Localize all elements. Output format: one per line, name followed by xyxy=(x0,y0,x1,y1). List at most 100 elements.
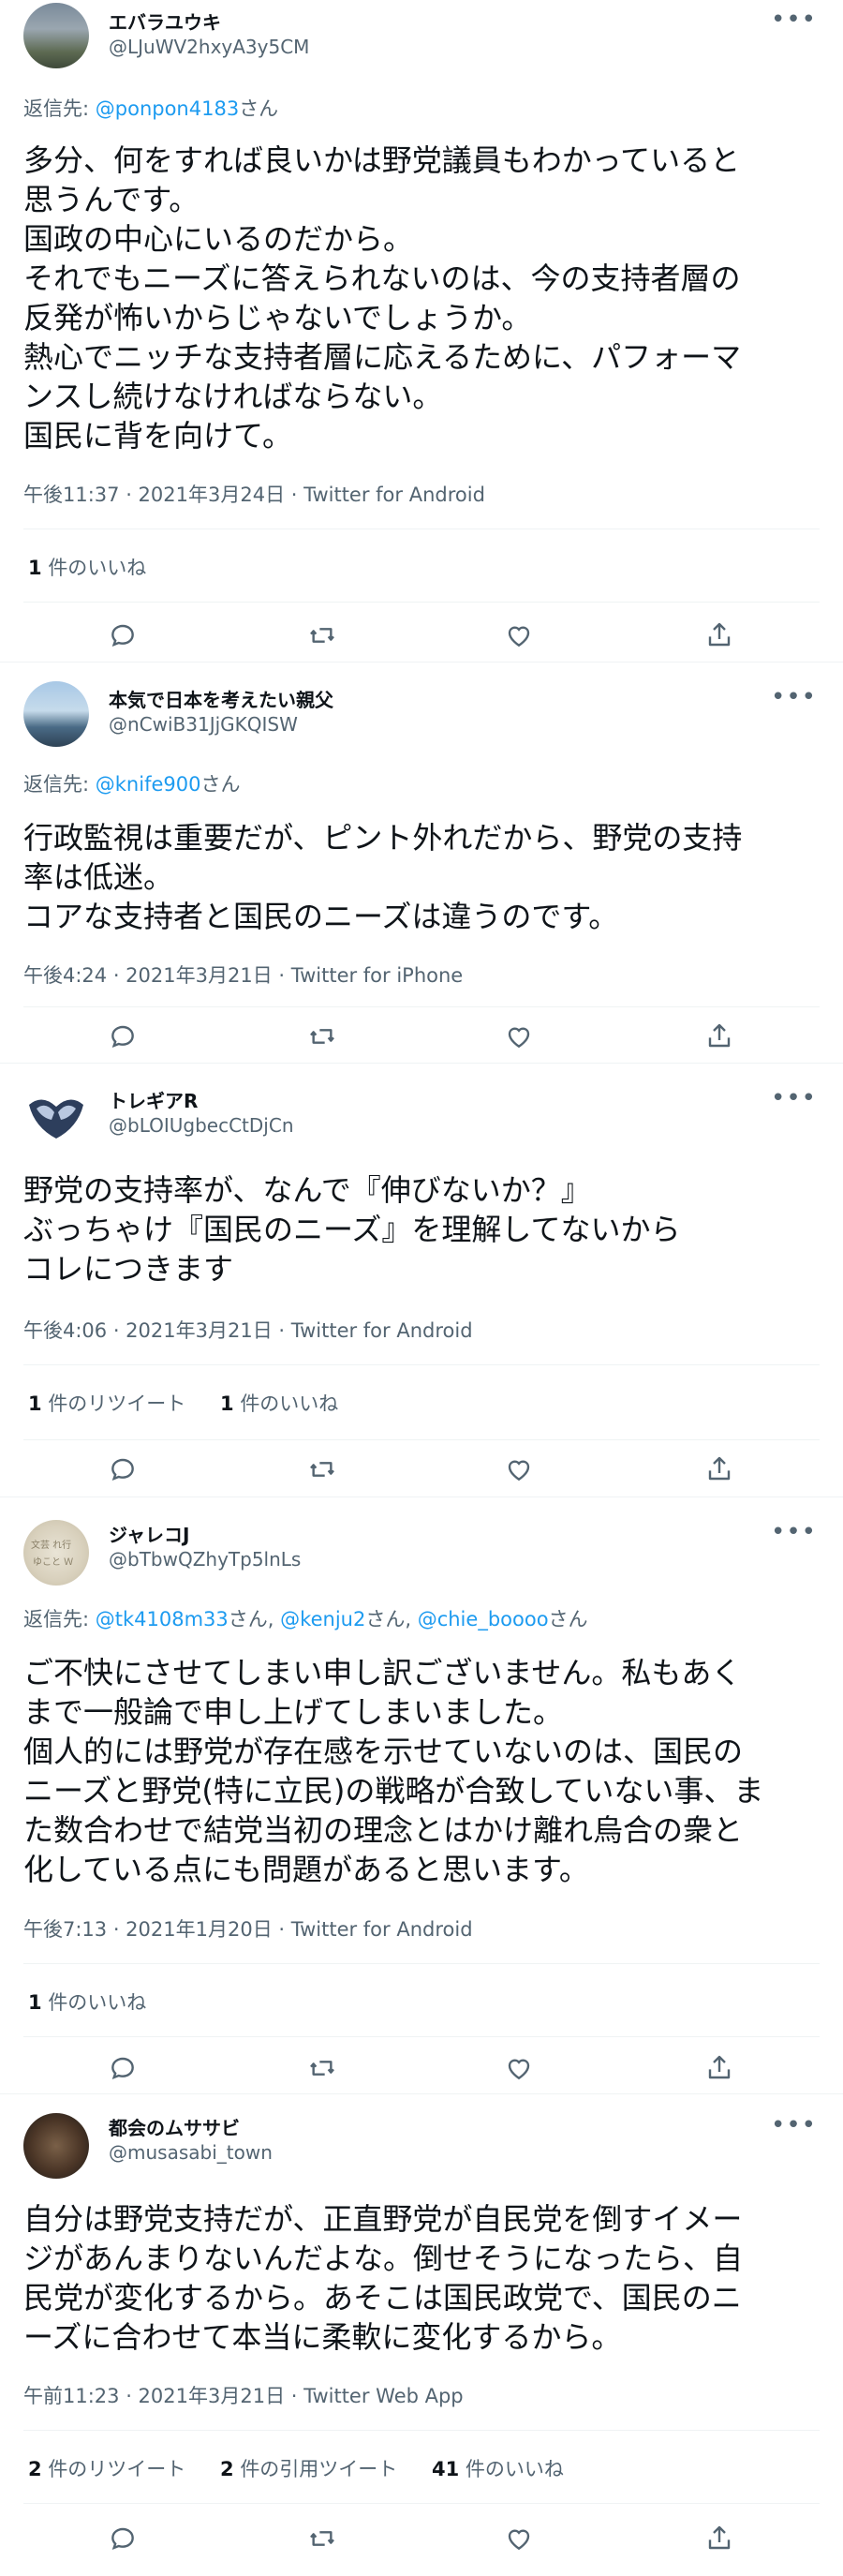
tweet-stats: 2 件のリツイート 2 件の引用ツイート 41 件のいいね xyxy=(28,2454,592,2482)
divider xyxy=(23,1364,820,1365)
like-icon[interactable] xyxy=(504,2524,534,2554)
reply-to-link[interactable]: @kenju2 xyxy=(280,1608,365,1630)
more-options-icon[interactable]: ••• xyxy=(771,1520,817,1544)
retweet-icon[interactable] xyxy=(307,1454,337,1484)
reply-label: 返信先: xyxy=(23,1608,90,1630)
retweet-icon[interactable] xyxy=(307,1021,337,1051)
tweet-4: 文芸 れ行 ゆこと Ｗ ジャレコJ @bTbwQZhyTp5lnLs ••• 返… xyxy=(0,1497,843,2094)
tweet-text-line: 野党の支持率が、なんで『伸びないか？』 xyxy=(23,1172,591,1208)
svg-text:ゆこと Ｗ: ゆこと Ｗ xyxy=(33,1556,73,1568)
divider xyxy=(23,2036,820,2037)
tweet-text-line: コアな支持者と国民のニーズは違うのです。 xyxy=(23,899,619,934)
more-options-icon[interactable]: ••• xyxy=(771,685,817,709)
avatar[interactable]: 文芸 れ行 ゆこと Ｗ xyxy=(23,1520,89,1586)
reply-to-link[interactable]: @chie_boooo xyxy=(418,1608,549,1630)
like-count[interactable]: 1 件のいいね xyxy=(220,1392,338,1415)
display-name[interactable]: 本気で日本を考えたい親父 xyxy=(109,685,333,712)
like-count[interactable]: 1 件のいいね xyxy=(28,1991,146,2014)
avatar[interactable] xyxy=(23,3,89,68)
more-options-icon[interactable]: ••• xyxy=(771,1086,817,1110)
share-icon[interactable] xyxy=(704,1021,734,1051)
display-name[interactable]: ジャレコJ xyxy=(109,1520,189,1547)
reply-icon[interactable] xyxy=(108,620,138,650)
reply-suffix: さん xyxy=(548,1608,588,1630)
tweet-text: 自分は野党支持だが、正直野党が自民党を倒すイメー ジがあんまりないんだよな。倒せ… xyxy=(23,2199,829,2357)
tweet-text-line: ぶっちゃけ『国民のニーズ』を理解してないから xyxy=(23,1212,681,1247)
user-handle[interactable]: @bTbwQZhyTp5lnLs xyxy=(109,1548,301,1571)
reply-context: 返信先: @ponpon4183さん xyxy=(23,94,278,122)
avatar[interactable] xyxy=(23,1086,89,1152)
divider xyxy=(23,1006,820,1007)
reply-to-link[interactable]: @ponpon4183 xyxy=(96,97,239,120)
reply-icon[interactable] xyxy=(108,1021,138,1051)
like-icon[interactable] xyxy=(504,1021,534,1051)
tweet-text-line: た数合わせで結党当初の理念とはかけ離れ烏合の衆と xyxy=(23,1812,744,1848)
tweet-timestamp[interactable]: 午後4:24 · 2021年3月21日 · Twitter for iPhone xyxy=(23,960,463,989)
display-name[interactable]: 都会のムササビ xyxy=(109,2113,240,2140)
tweet-text-line: 国政の中心にいるのだから。 xyxy=(23,221,414,257)
tweet-text-line: コレにつきます xyxy=(23,1251,234,1287)
avatar[interactable] xyxy=(23,2113,89,2179)
tweet-text-line: 国民に背を向けて。 xyxy=(23,418,293,454)
share-icon[interactable] xyxy=(704,2053,734,2083)
tweet-timestamp[interactable]: 午後7:13 · 2021年1月20日 · Twitter for Androi… xyxy=(23,1914,473,1943)
user-handle[interactable]: @musasabi_town xyxy=(109,2141,273,2164)
reply-label: 返信先: xyxy=(23,773,90,796)
reply-to-link[interactable]: @tk4108m33 xyxy=(96,1608,229,1630)
retweet-icon[interactable] xyxy=(307,2053,337,2083)
like-count[interactable]: 41 件のいいね xyxy=(432,2458,564,2480)
tweet-text: 野党の支持率が、なんで『伸びないか？』 ぶっちゃけ『国民のニーズ』を理解してない… xyxy=(23,1170,829,1288)
divider xyxy=(23,1963,820,1964)
more-options-icon[interactable]: ••• xyxy=(771,2113,817,2137)
reply-suffix: さん xyxy=(239,97,279,120)
like-count[interactable]: 1 件のいいね xyxy=(28,557,146,579)
like-icon[interactable] xyxy=(504,620,534,650)
tweet-timestamp[interactable]: 午後4:06 · 2021年3月21日 · Twitter for Androi… xyxy=(23,1316,473,1344)
tweet-text-line: ーズに合わせて本当に柔軟に変化するから。 xyxy=(23,2319,622,2355)
tweet-text-line: それでもニーズに答えられないのは、今の支持者層の xyxy=(23,261,741,296)
display-name[interactable]: トレギアR xyxy=(109,1086,198,1113)
reply-to-link[interactable]: @knife900 xyxy=(96,773,201,796)
user-handle[interactable]: @LJuWV2hxyA3y5CM xyxy=(109,36,309,58)
retweet-count[interactable]: 1 件のリツイート xyxy=(28,1392,185,1415)
tweet-text-line: ご不快にさせてしまい申し訳ございません。私もあく xyxy=(23,1655,742,1690)
user-handle[interactable]: @nCwiB31JjGKQISW xyxy=(109,713,298,736)
share-icon[interactable] xyxy=(704,620,734,650)
reply-icon[interactable] xyxy=(108,2524,138,2554)
share-icon[interactable] xyxy=(704,1454,734,1484)
like-icon[interactable] xyxy=(504,1454,534,1484)
tweet-text-line: ニーズと野党(特に立民)の戦略が合致していない事、ま xyxy=(23,1773,764,1809)
tweet-stats: 1 件のいいね xyxy=(28,553,174,581)
tweet-text-line: まで一般論で申し上げてしまいました。 xyxy=(23,1694,564,1730)
tweet-stats: 1 件のリツイート 1 件のいいね xyxy=(28,1389,366,1417)
tweet-5: 都会のムササビ @musasabi_town ••• 自分は野党支持だが、正直野… xyxy=(0,2094,843,2576)
quote-tweet-count[interactable]: 2 件の引用ツイート xyxy=(220,2458,397,2480)
tweet-text-line: ジがあんまりないんだよな。倒せそうになったら、自 xyxy=(23,2241,744,2276)
tweet-stats: 1 件のいいね xyxy=(28,1988,174,2016)
share-icon[interactable] xyxy=(704,2524,734,2554)
reply-icon[interactable] xyxy=(108,1454,138,1484)
retweet-icon[interactable] xyxy=(307,2524,337,2554)
svg-text:文芸 れ行: 文芸 れ行 xyxy=(31,1539,71,1551)
like-icon[interactable] xyxy=(504,2053,534,2083)
tweet-timestamp[interactable]: 午前11:23 · 2021年3月21日 · Twitter Web App xyxy=(23,2381,464,2409)
more-options-icon[interactable]: ••• xyxy=(771,7,817,32)
reply-icon[interactable] xyxy=(108,2053,138,2083)
tweet-3: トレギアR @bLOIUgbecCtDjCn ••• 野党の支持率が、なんで『伸… xyxy=(0,1064,843,1497)
divider xyxy=(23,2430,820,2431)
user-handle[interactable]: @bLOIUgbecCtDjCn xyxy=(109,1114,294,1137)
divider xyxy=(23,602,820,603)
tweet-text: 多分、何をすれば良いかは野党議員もわかっていると 思うんです。 国政の中心にいる… xyxy=(23,141,829,455)
display-name[interactable]: エバラユウキ xyxy=(109,7,221,35)
tweet-text: ご不快にさせてしまい申し訳ございません。私もあく まで一般論で申し上げてしまいま… xyxy=(23,1653,829,1889)
tweet-timestamp[interactable]: 午後11:37 · 2021年3月24日 · Twitter for Andro… xyxy=(23,480,485,508)
reply-separator: さん, xyxy=(365,1608,412,1630)
tweet-text-line: 多分、何をすれば良いかは野党議員もわかっていると xyxy=(23,142,741,178)
reply-separator: さん, xyxy=(228,1608,274,1630)
divider xyxy=(23,1439,820,1440)
avatar[interactable] xyxy=(23,681,89,747)
retweet-icon[interactable] xyxy=(307,620,337,650)
tweet-text-line: 化している点にも問題があると思います。 xyxy=(23,1852,589,1887)
tweet-text-line: 熱心でニッチな支持者層に応えるために、パフォーマ xyxy=(23,339,742,375)
retweet-count[interactable]: 2 件のリツイート xyxy=(28,2458,185,2480)
